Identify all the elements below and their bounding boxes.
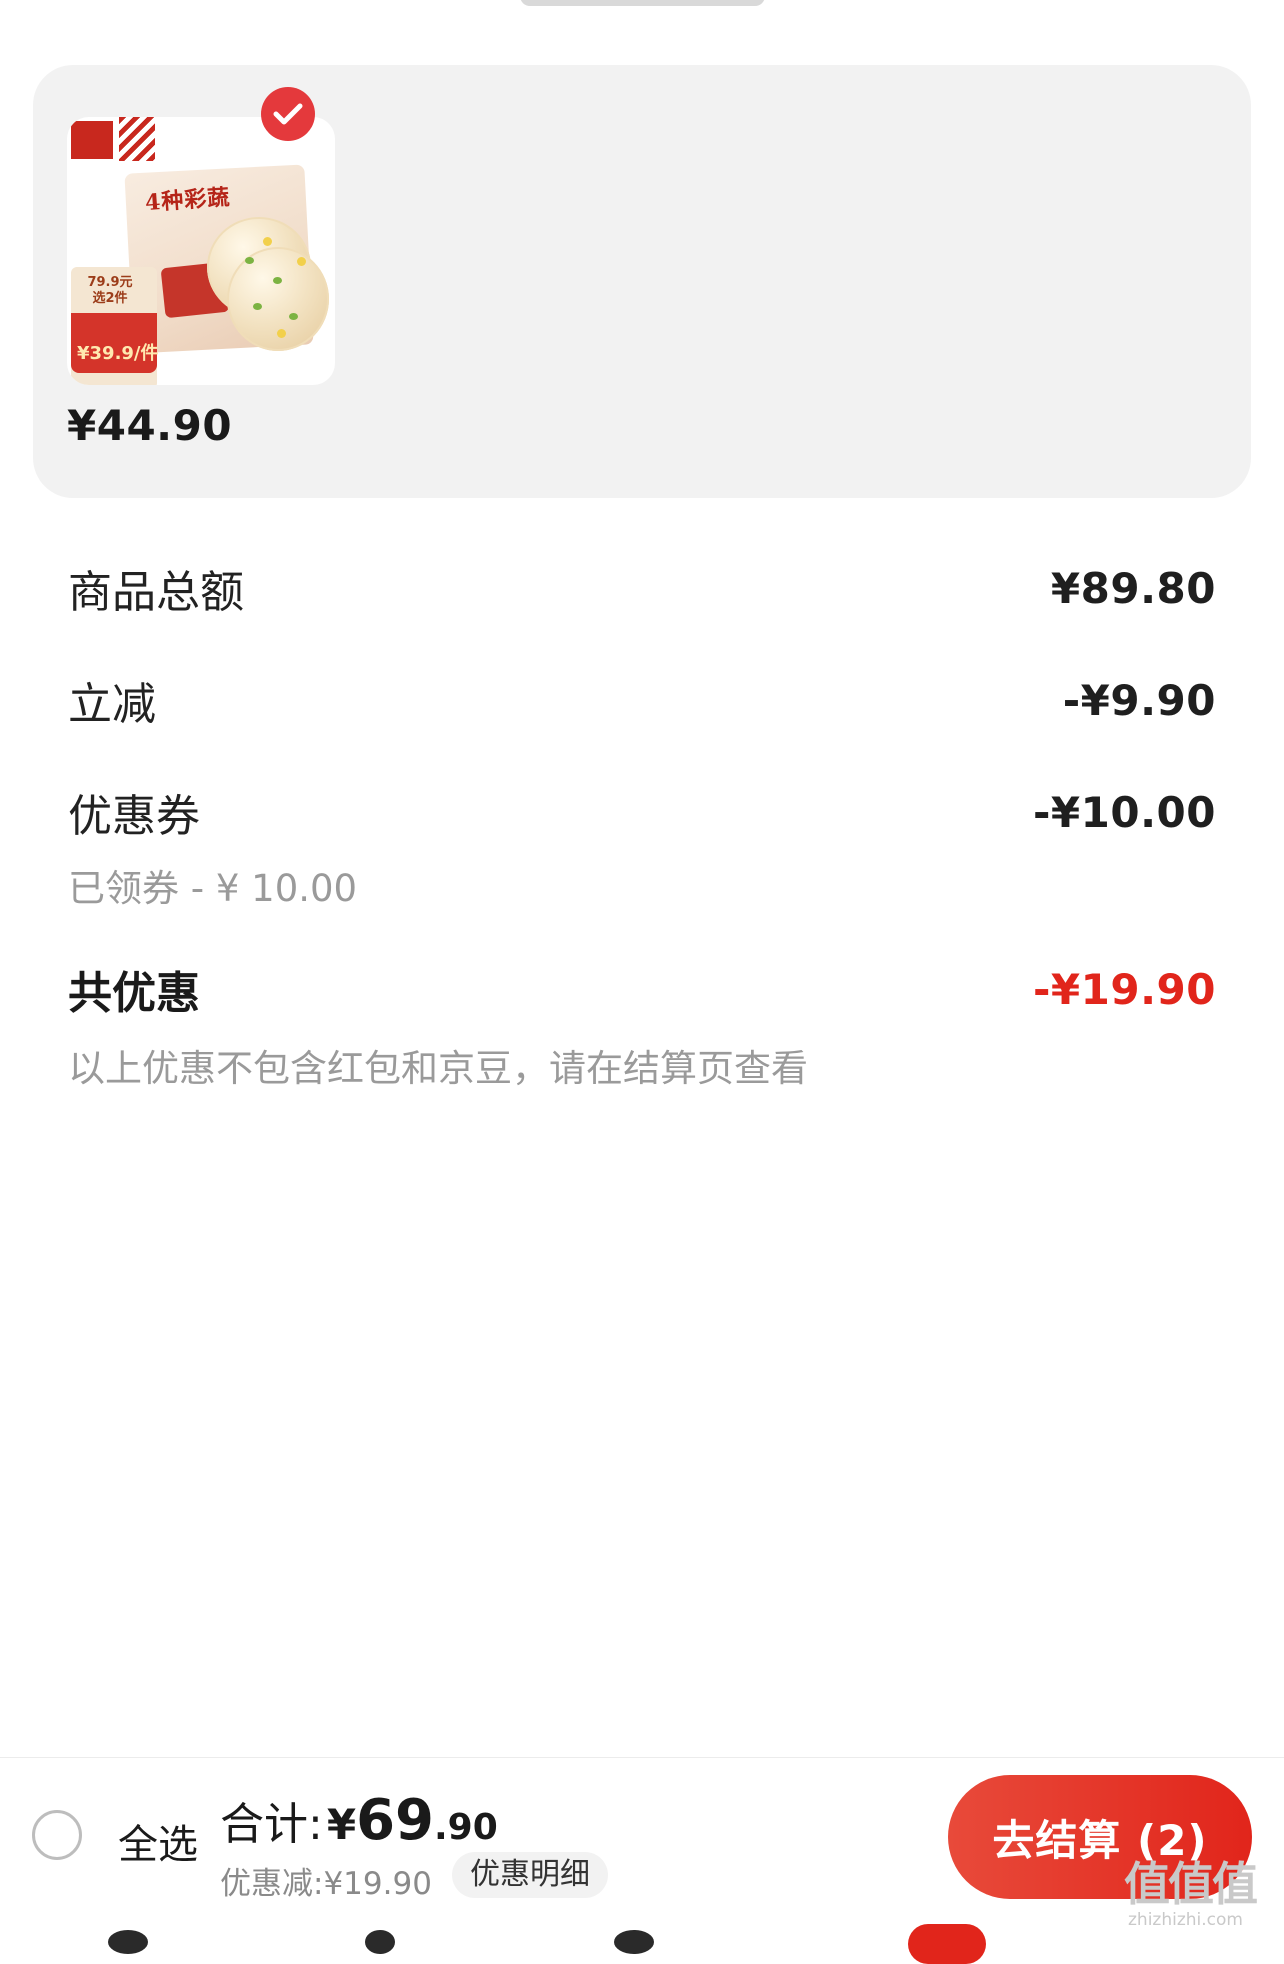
corn-bit (263, 237, 272, 246)
radio-circle-icon[interactable] (32, 1810, 82, 1860)
veg-bit (253, 303, 262, 310)
promo-price: ¥39.9/件 (77, 343, 159, 364)
coupon-label: 优惠券 (68, 791, 200, 842)
check-icon (273, 103, 303, 125)
sum-line: 合计:¥69.90 (220, 1788, 498, 1853)
items-total-row: 商品总额 ¥89.80 (68, 558, 1216, 619)
product-price: ¥44.90 (67, 401, 233, 450)
veg-bit (289, 313, 298, 320)
discount-detail-button[interactable]: 优惠明细 (452, 1852, 608, 1898)
checkout-bar: 全选 合计:¥69.90 优惠减:¥19.90 优惠明细 去结算 (2) (0, 1757, 1284, 1964)
direct-discount-label: 立减 (68, 679, 156, 730)
sum-decimal: .90 (434, 1807, 498, 1848)
total-saving-label: 共优惠 (68, 968, 200, 1019)
product-card[interactable]: 4种彩蔬 79.9元 选2件 ¥39.9/件 ¥44.90 (33, 65, 1251, 498)
veg-bit (245, 257, 254, 264)
direct-discount-value: -¥9.90 (1062, 675, 1216, 725)
corn-bit (297, 257, 306, 266)
coupon-note: 已领券 - ¥ 10.00 (68, 867, 358, 910)
coupon-value: -¥10.00 (1032, 787, 1216, 837)
promo-line: 79.9元 (87, 275, 133, 290)
sum-currency: ¥ (326, 1800, 357, 1849)
sum-integer: 69 (356, 1788, 434, 1853)
tab-icon-hint[interactable] (365, 1930, 395, 1954)
cart-count-badge (908, 1924, 986, 1964)
direct-discount-row: 立减 -¥9.90 (68, 670, 1216, 731)
watermark-url: zhizhizhi.com (1128, 1910, 1243, 1930)
items-total-label: 商品总额 (68, 567, 244, 618)
brand-stripes (119, 117, 155, 161)
items-total-value: ¥89.80 (1050, 563, 1216, 613)
tab-icon-hint[interactable] (614, 1930, 654, 1954)
total-saving-value: -¥19.90 (1032, 964, 1216, 1014)
check-circle-icon[interactable] (261, 87, 315, 141)
saving-note: 以上优惠不包含红包和京豆，请在结算页查看 (68, 1047, 808, 1090)
tab-icon-hint[interactable] (108, 1930, 148, 1954)
veg-bit (273, 277, 282, 284)
select-all-label[interactable]: 全选 (118, 1812, 198, 1870)
sum-label: 合计: (220, 1799, 323, 1850)
total-saving-row: 共优惠 -¥19.90 (68, 958, 1216, 1020)
brand-logo (71, 121, 113, 159)
promo-line: 选2件 (92, 291, 128, 306)
corn-bit (277, 329, 286, 338)
discount-amount: 优惠减:¥19.90 (220, 1866, 432, 1902)
promo-offer: 79.9元 选2件 (75, 275, 145, 307)
product-image[interactable]: 4种彩蔬 79.9元 选2件 ¥39.9/件 (67, 117, 335, 385)
coupon-row: 优惠券 -¥10.00 (68, 782, 1216, 843)
watermark-logo: 值值值 (1124, 1857, 1258, 1911)
top-handle (520, 0, 765, 6)
